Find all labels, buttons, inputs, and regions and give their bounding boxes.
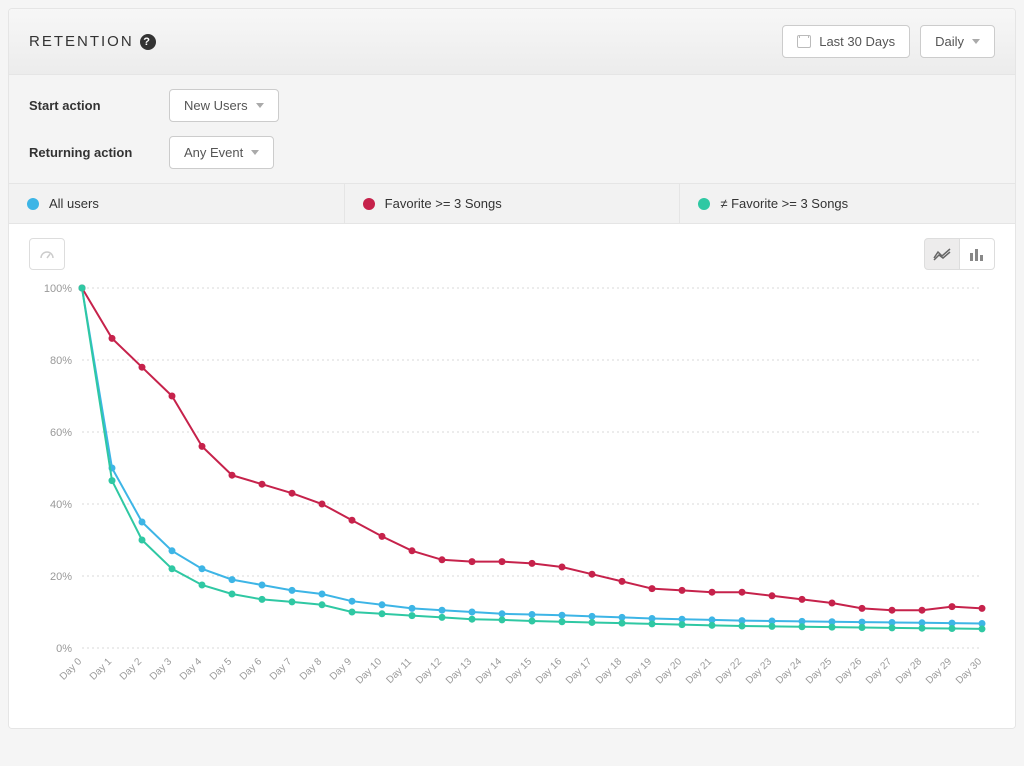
legend-label: All users xyxy=(49,196,99,211)
granularity-label: Daily xyxy=(935,34,964,49)
svg-text:Day 5: Day 5 xyxy=(208,656,235,683)
legend-label: ≠ Favorite >= 3 Songs xyxy=(720,196,848,211)
header-controls: Last 30 Days Daily xyxy=(782,25,995,58)
chart-zone: 0%20%40%60%80%100%Day 0Day 1Day 2Day 3Da… xyxy=(9,224,1015,728)
start-action-value: New Users xyxy=(184,98,248,113)
svg-text:Day 11: Day 11 xyxy=(384,656,414,686)
filters-section: Start action New Users Returning action … xyxy=(9,75,1015,184)
date-range-label: Last 30 Days xyxy=(819,34,895,49)
svg-text:Day 15: Day 15 xyxy=(504,656,534,686)
chevron-down-icon xyxy=(972,39,980,44)
svg-text:20%: 20% xyxy=(50,571,72,583)
legend-item-1[interactable]: Favorite >= 3 Songs xyxy=(345,184,681,223)
panel-header: RETENTION ? Last 30 Days Daily xyxy=(9,9,1015,75)
chart-type-toggle xyxy=(925,238,995,270)
svg-text:Day 10: Day 10 xyxy=(354,656,384,686)
dashboard-icon-button[interactable] xyxy=(29,238,65,270)
bar-chart-button[interactable] xyxy=(959,238,995,270)
svg-text:80%: 80% xyxy=(50,355,72,367)
legend-item-2[interactable]: ≠ Favorite >= 3 Songs xyxy=(680,184,1015,223)
svg-text:Day 23: Day 23 xyxy=(744,656,774,686)
calendar-icon xyxy=(797,35,811,48)
legend-dot xyxy=(27,198,39,210)
svg-text:Day 29: Day 29 xyxy=(924,656,954,686)
svg-text:Day 30: Day 30 xyxy=(954,656,984,686)
chart-topbar xyxy=(19,234,1005,278)
svg-text:Day 24: Day 24 xyxy=(774,656,804,686)
svg-text:Day 2: Day 2 xyxy=(118,656,145,683)
svg-text:0%: 0% xyxy=(56,643,72,655)
returning-action-label: Returning action xyxy=(29,145,149,160)
svg-text:Day 8: Day 8 xyxy=(298,656,325,683)
svg-text:Day 20: Day 20 xyxy=(654,656,684,686)
returning-action-value: Any Event xyxy=(184,145,243,160)
svg-text:60%: 60% xyxy=(50,427,72,439)
line-chart-icon xyxy=(933,247,951,261)
svg-text:Day 6: Day 6 xyxy=(238,656,265,683)
start-action-select[interactable]: New Users xyxy=(169,89,279,122)
svg-text:Day 25: Day 25 xyxy=(804,656,834,686)
gauge-icon xyxy=(39,246,55,262)
svg-text:Day 22: Day 22 xyxy=(714,656,744,686)
legend-label: Favorite >= 3 Songs xyxy=(385,196,502,211)
retention-panel: RETENTION ? Last 30 Days Daily Start act… xyxy=(8,8,1016,729)
legend-bar: All users Favorite >= 3 Songs ≠ Favorite >… xyxy=(9,184,1015,224)
filter-row-returning: Returning action Any Event xyxy=(29,136,995,169)
svg-text:Day 12: Day 12 xyxy=(414,656,444,686)
svg-text:Day 21: Day 21 xyxy=(684,656,714,686)
date-range-button[interactable]: Last 30 Days xyxy=(782,25,910,58)
svg-text:Day 7: Day 7 xyxy=(268,656,295,683)
svg-text:Day 0: Day 0 xyxy=(58,656,85,683)
filter-row-start: Start action New Users xyxy=(29,89,995,122)
chevron-down-icon xyxy=(251,150,259,155)
svg-text:Day 1: Day 1 xyxy=(88,656,115,683)
granularity-select[interactable]: Daily xyxy=(920,25,995,58)
svg-text:Day 28: Day 28 xyxy=(894,656,924,686)
svg-text:Day 26: Day 26 xyxy=(834,656,864,686)
line-chart-button[interactable] xyxy=(924,238,960,270)
bar-chart-icon xyxy=(969,247,985,261)
chevron-down-icon xyxy=(256,103,264,108)
svg-text:100%: 100% xyxy=(44,283,72,295)
svg-text:Day 13: Day 13 xyxy=(444,656,474,686)
svg-text:40%: 40% xyxy=(50,499,72,511)
legend-item-0[interactable]: All users xyxy=(9,184,345,223)
svg-text:Day 4: Day 4 xyxy=(178,656,205,683)
title-text: RETENTION xyxy=(29,33,134,50)
legend-dot xyxy=(363,198,375,210)
svg-text:Day 17: Day 17 xyxy=(564,656,594,686)
retention-chart: 0%20%40%60%80%100%Day 0Day 1Day 2Day 3Da… xyxy=(19,278,1005,708)
returning-action-select[interactable]: Any Event xyxy=(169,136,274,169)
svg-text:Day 14: Day 14 xyxy=(474,656,504,686)
legend-dot xyxy=(698,198,710,210)
svg-text:Day 19: Day 19 xyxy=(624,656,654,686)
page-title: RETENTION ? xyxy=(29,33,156,50)
help-icon[interactable]: ? xyxy=(140,34,156,50)
svg-text:Day 18: Day 18 xyxy=(594,656,624,686)
svg-text:Day 16: Day 16 xyxy=(534,656,564,686)
svg-text:Day 3: Day 3 xyxy=(148,656,175,683)
svg-text:Day 27: Day 27 xyxy=(864,656,894,686)
start-action-label: Start action xyxy=(29,98,149,113)
svg-text:Day 9: Day 9 xyxy=(328,656,355,683)
